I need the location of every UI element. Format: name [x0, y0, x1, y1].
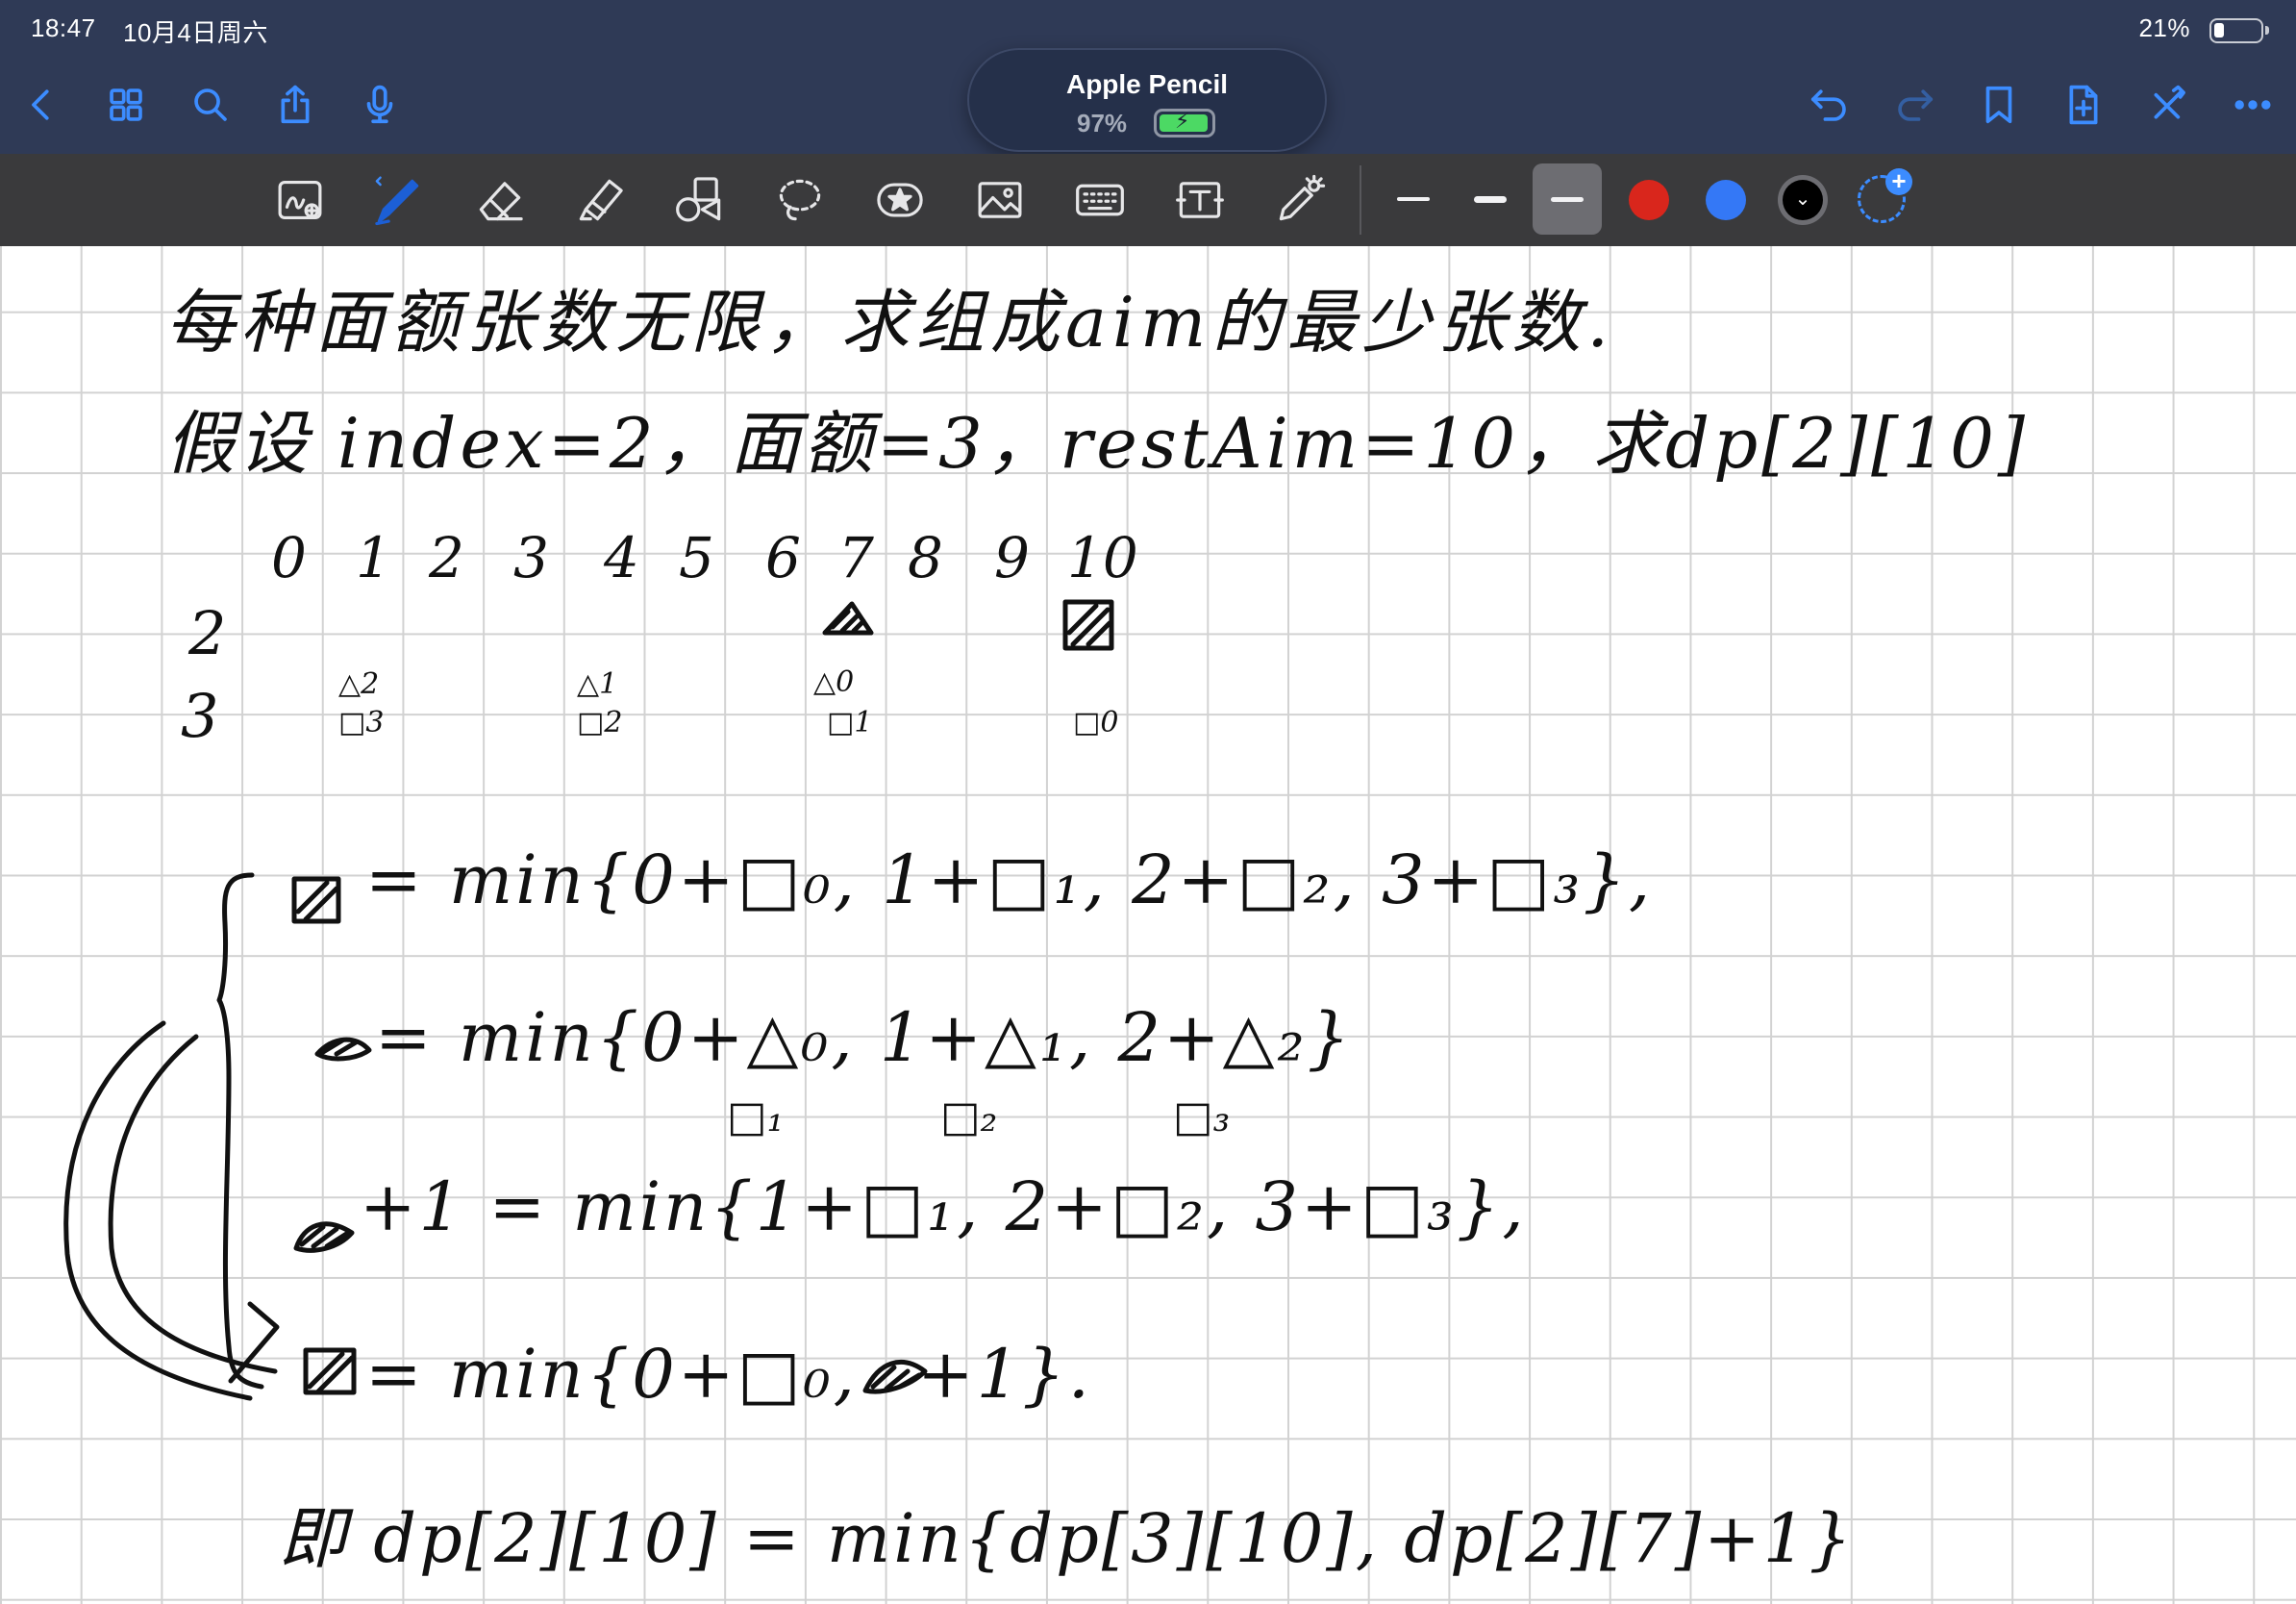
- apple-pencil-popup: Apple Pencil 97%: [967, 48, 1327, 152]
- shaded-triangle-marker: [822, 601, 874, 636]
- plus-icon: +: [1885, 168, 1912, 195]
- undo-icon[interactable]: [1802, 77, 1858, 133]
- shapes-icon[interactable]: [669, 171, 731, 229]
- curved-arrow: [108, 1034, 278, 1374]
- note-canvas[interactable]: 每种面额张数无限，求组成aim的最少张数. 假设 index=2，面额=3，re…: [0, 246, 2296, 1604]
- shaded-square-marker: [291, 876, 341, 924]
- pen-icon[interactable]: [367, 171, 429, 229]
- pencil-battery-icon: [1154, 109, 1215, 138]
- color-swatch-red[interactable]: [1629, 180, 1669, 220]
- battery-icon: [2209, 18, 2269, 43]
- stroke-width-thick[interactable]: [1533, 163, 1602, 235]
- lasso-icon[interactable]: [769, 171, 831, 229]
- shaded-square-marker: [303, 1347, 357, 1395]
- thumbnails-grid-icon[interactable]: [98, 77, 154, 133]
- toolbar-divider: [1360, 165, 1361, 235]
- eraser-icon[interactable]: [469, 171, 531, 229]
- search-icon[interactable]: [183, 77, 238, 133]
- elements-icon[interactable]: [869, 171, 931, 229]
- stroke-width-medium[interactable]: [1456, 163, 1525, 235]
- highlighter-icon[interactable]: [569, 171, 631, 229]
- read-only-mode-icon[interactable]: [269, 171, 331, 229]
- status-time: 18:47: [31, 13, 96, 42]
- more-icon[interactable]: [2225, 77, 2281, 133]
- color-swatch-blue[interactable]: [1706, 180, 1746, 220]
- keyboard-icon[interactable]: [1069, 171, 1131, 229]
- add-color-button[interactable]: +: [1858, 168, 1912, 223]
- back-chevron-icon[interactable]: [13, 77, 69, 133]
- laser-pointer-icon[interactable]: [1269, 171, 1331, 229]
- color-swatch-black[interactable]: ⌄: [1783, 180, 1823, 220]
- chevron-down-icon: ⌄: [1794, 188, 1811, 210]
- pencil-battery-level: 97%: [1077, 109, 1128, 138]
- bookmark-icon[interactable]: [1971, 77, 2027, 133]
- status-battery-percent: 21%: [2138, 13, 2190, 42]
- navigation-bar: 18:47 10月4日周六 21% Apple Pencil 97%: [0, 0, 2296, 154]
- text-icon[interactable]: [1169, 171, 1231, 229]
- redo-icon[interactable]: [1886, 77, 1942, 133]
- share-icon[interactable]: [267, 77, 323, 133]
- pencil-battery-fill: [1160, 109, 1209, 134]
- image-icon[interactable]: [969, 171, 1031, 229]
- microphone-icon[interactable]: [352, 77, 408, 133]
- shaded-square-marker: [1062, 599, 1114, 651]
- close-toolbar-icon[interactable]: [2140, 77, 2196, 133]
- shaded-triangle-marker: [293, 1221, 355, 1253]
- shaded-triangle-marker: [862, 1360, 928, 1394]
- add-page-icon[interactable]: [2056, 77, 2111, 133]
- shaded-triangle-marker: [314, 1037, 372, 1062]
- stroke-width-thin[interactable]: [1379, 163, 1448, 235]
- pencil-title: Apple Pencil: [1065, 69, 1229, 99]
- status-date: 10月4日周六: [123, 18, 268, 47]
- drawing-toolbar: ⌄ +: [0, 154, 2296, 246]
- ink-drawings: [63, 599, 1114, 1401]
